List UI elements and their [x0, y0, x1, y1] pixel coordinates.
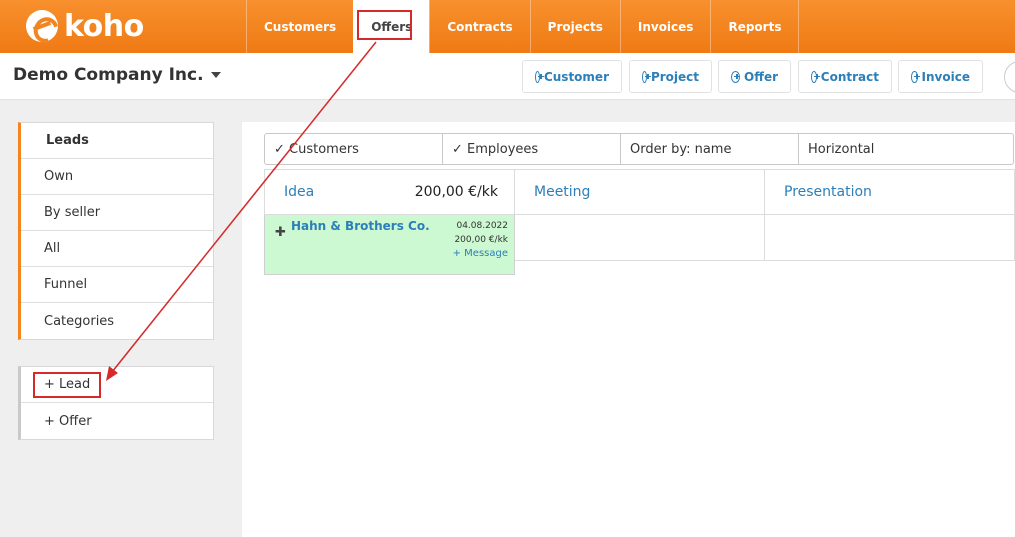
column-header-idea: Idea 200,00 €/kk [264, 169, 515, 215]
lead-card[interactable]: ✚ Hahn & Brothers Co. 04.08.2022 200,00 … [264, 215, 515, 275]
add-project-label: Project [650, 69, 699, 84]
add-invoice-button[interactable]: Invoice [898, 60, 983, 93]
annotation-box-lead [33, 372, 101, 398]
filter-bar: ✓ Customers ✓ Employees Order by: name H… [264, 133, 1014, 165]
logo-text: koho [64, 8, 144, 44]
annotation-box-offers [357, 10, 412, 40]
plus-circle-icon [911, 70, 919, 83]
column-body-meeting [514, 215, 765, 261]
add-contract-label: Contract [820, 69, 879, 84]
add-contract-button[interactable]: Contract [798, 60, 892, 93]
lead-amount: 200,00 €/kk [454, 235, 508, 245]
nav-reports[interactable]: Reports [710, 0, 800, 53]
add-message-link[interactable]: + Message [453, 247, 508, 261]
main-nav: Customers Offers Contracts Projects Invo… [246, 0, 800, 53]
nav-projects[interactable]: Projects [529, 0, 620, 53]
nav-contracts[interactable]: Contracts [429, 0, 529, 53]
add-project-button[interactable]: Project [629, 60, 712, 93]
column-header-meeting: Meeting [514, 169, 765, 215]
lead-name-link[interactable]: Hahn & Brothers Co. [291, 219, 430, 233]
add-customer-button[interactable]: Customer [522, 60, 622, 93]
logo[interactable]: koho [26, 8, 144, 44]
nav-customers[interactable]: Customers [246, 0, 353, 53]
column-header-presentation: Presentation [764, 169, 1015, 215]
top-navbar: koho Customers Offers Contracts Projects… [0, 0, 1015, 53]
filter-employees[interactable]: ✓ Employees [443, 134, 621, 164]
sidebar-item-own[interactable]: Own [21, 159, 213, 195]
sidebar-item-by-seller[interactable]: By seller [21, 195, 213, 231]
add-offer-label: Offer [744, 69, 778, 84]
add-customer-label: Customer [543, 69, 609, 84]
caret-down-icon [210, 72, 221, 78]
sidebar-item-funnel[interactable]: Funnel [21, 267, 213, 303]
plus-circle-icon [642, 70, 651, 83]
plus-icon[interactable]: ✚ [275, 225, 286, 240]
column-title: Presentation [784, 184, 872, 200]
add-offer-button[interactable]: Offer [718, 60, 791, 93]
sidebar-item-leads[interactable]: Leads [21, 123, 213, 159]
column-sum: 200,00 €/kk [414, 184, 498, 200]
koho-logo-icon [26, 10, 58, 42]
column-body-presentation [764, 215, 1015, 261]
lead-date: 04.08.2022 [456, 221, 508, 231]
plus-circle-icon [731, 70, 741, 83]
nav-invoices[interactable]: Invoices [619, 0, 711, 53]
sidebar-item-add-offer[interactable]: + Offer [21, 403, 213, 439]
company-bar: Demo Company Inc. Customer Project Offer… [0, 53, 1015, 100]
card-meta: 04.08.2022 200,00 €/kk + Message [453, 219, 508, 261]
column-title: Idea [284, 184, 315, 200]
column-title: Meeting [534, 184, 591, 200]
sidebar-item-categories[interactable]: Categories [21, 303, 213, 339]
plus-circle-icon [811, 70, 820, 83]
more-round-button[interactable] [1004, 61, 1015, 93]
company-name: Demo Company Inc. [13, 65, 204, 85]
sidebar-leads-menu: Leads Own By seller All Funnel Categorie… [18, 122, 214, 340]
plus-circle-icon [535, 70, 544, 83]
add-invoice-label: Invoice [921, 69, 970, 84]
filter-layout[interactable]: Horizontal [799, 134, 1013, 164]
filter-order-by[interactable]: Order by: name [621, 134, 799, 164]
sidebar-item-all[interactable]: All [21, 231, 213, 267]
company-selector[interactable]: Demo Company Inc. [13, 65, 221, 85]
main-panel: ✓ Customers ✓ Employees Order by: name H… [242, 122, 1015, 537]
filter-customers[interactable]: ✓ Customers [265, 134, 443, 164]
